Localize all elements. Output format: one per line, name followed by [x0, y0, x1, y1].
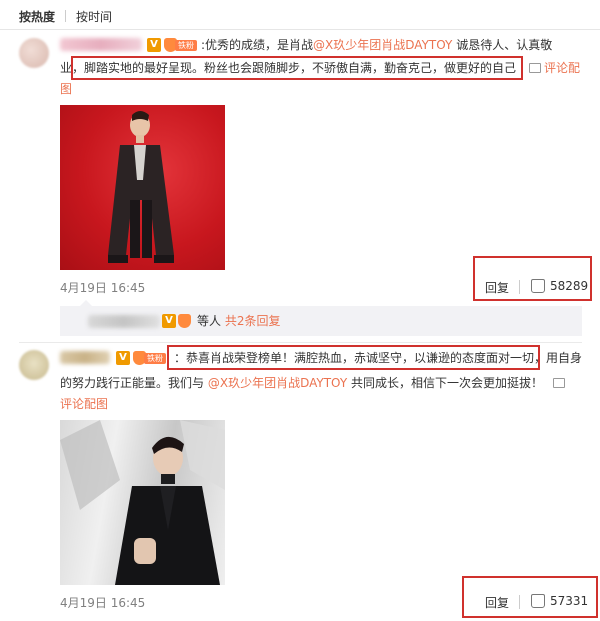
comment-image[interactable]: [60, 105, 225, 270]
highlight-box: [473, 256, 592, 301]
image-icon: [552, 378, 565, 388]
person-in-coat-photo: [108, 111, 174, 263]
tab-divider: [65, 10, 66, 22]
fan-badge-icon: 铁粉: [133, 351, 169, 365]
verified-badge-icon: V: [147, 38, 161, 52]
highlight-box: [462, 576, 598, 618]
comment-image[interactable]: [60, 420, 225, 585]
verified-badge-icon: V: [116, 351, 130, 365]
comment-text: 诚恳待人、认真敬: [456, 38, 553, 52]
comment-divider: [19, 342, 582, 343]
comment-text: 共同成长，相信下一次会更加挺拔！: [350, 376, 543, 390]
view-comment-image-link[interactable]: 评论配: [529, 60, 580, 76]
fan-badge-icon: 铁粉: [164, 38, 200, 52]
comment-text-line-1: :优秀的成绩，是肖战@X玖少年团肖战DAYTOY 诚恳待人、认真敬: [201, 37, 552, 53]
image-icon: [529, 63, 541, 73]
comment-text-line-2: 的努力践行正能量。我们与 @X玖少年团肖战DAYTOY 共同成长，相信下一次会更…: [60, 375, 568, 391]
fan-badge-label: 铁粉: [175, 40, 197, 51]
fan-badge-label: 铁粉: [144, 353, 166, 364]
username-blurred[interactable]: [60, 38, 142, 51]
view-all-replies-link[interactable]: 共2条回复: [225, 314, 281, 328]
person-in-suit-photo: [60, 420, 225, 585]
mention-link[interactable]: @X玖少年团肖战DAYTOY: [208, 376, 347, 390]
sub-reply-summary-text: 等人 共2条回复: [197, 313, 280, 329]
comment-timestamp: 4月19日 16:45: [60, 596, 146, 610]
avatar[interactable]: [19, 38, 49, 68]
reply-username-blurred[interactable]: [88, 315, 160, 328]
username-blurred[interactable]: [60, 351, 110, 364]
highlight-box: [167, 345, 540, 370]
comment-text: ，用自身: [534, 351, 583, 365]
view-comment-image-link[interactable]: 评论配图: [60, 396, 108, 412]
mention-link[interactable]: @X玖少年团肖战DAYTOY: [313, 38, 452, 52]
tab-sort-by-hot[interactable]: 按热度: [19, 8, 55, 25]
sub-reply-suffix: 等人: [197, 314, 222, 328]
highlight-box: [71, 56, 523, 80]
comment-timestamp: 4月19日 16:45: [60, 281, 146, 295]
avatar[interactable]: [19, 350, 49, 380]
comment-text: :优秀的成绩，是肖战: [201, 38, 314, 52]
view-comment-image-link-cont[interactable]: 图: [60, 81, 72, 97]
sort-tabs: 按热度 按时间: [0, 0, 600, 30]
comment-text: 的努力践行正能量。我们与: [60, 376, 205, 390]
tab-sort-by-time[interactable]: 按时间: [76, 8, 112, 25]
verified-badge-icon: V: [162, 314, 176, 328]
